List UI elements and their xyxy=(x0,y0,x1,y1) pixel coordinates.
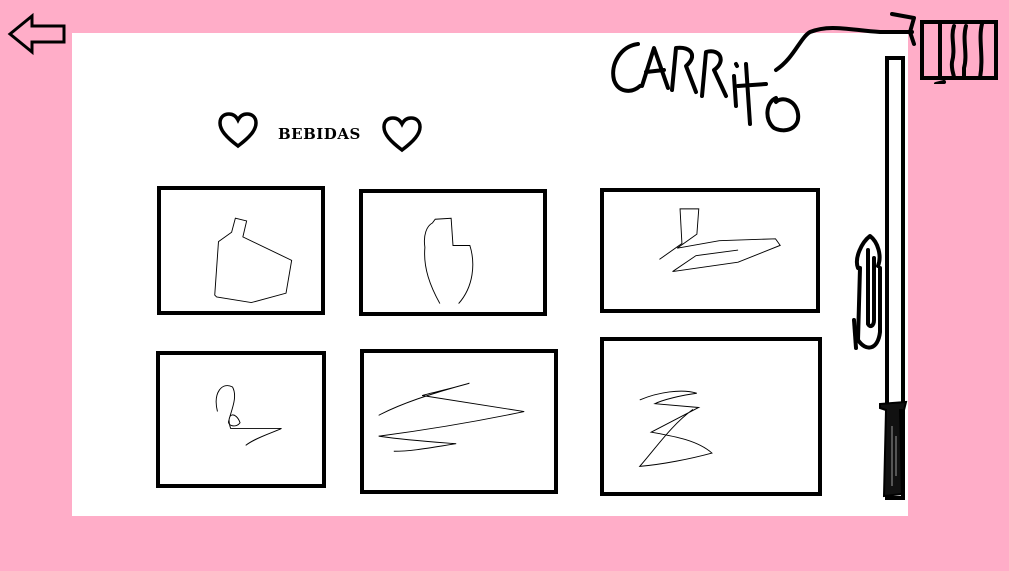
scribble-sketch-icon xyxy=(659,208,781,273)
scribble-sketch-icon xyxy=(378,382,525,452)
product-card-4[interactable] xyxy=(156,351,326,488)
heart-icon xyxy=(218,112,258,149)
product-card-6[interactable] xyxy=(600,337,822,496)
scrollbar-thumb[interactable] xyxy=(874,396,914,500)
bottle-sketch-icon xyxy=(214,217,293,304)
product-card-5[interactable] xyxy=(360,349,558,494)
arrow-left-icon xyxy=(7,12,66,56)
bottle-sketch-icon xyxy=(423,217,474,304)
cart-icon xyxy=(920,20,998,86)
scribble-sketch-icon xyxy=(638,390,713,467)
heart-icon xyxy=(382,116,422,153)
product-card-1[interactable] xyxy=(157,186,325,315)
product-card-3[interactable] xyxy=(600,188,820,313)
page-title: BEBIDAS xyxy=(278,125,361,143)
back-button[interactable] xyxy=(6,12,68,56)
scribble-sketch-icon xyxy=(215,385,282,446)
product-card-2[interactable] xyxy=(359,189,547,316)
cart-button[interactable] xyxy=(918,18,1000,86)
scroll-up-down-icon[interactable] xyxy=(848,228,892,356)
section-title: BEBIDAS xyxy=(216,108,426,158)
